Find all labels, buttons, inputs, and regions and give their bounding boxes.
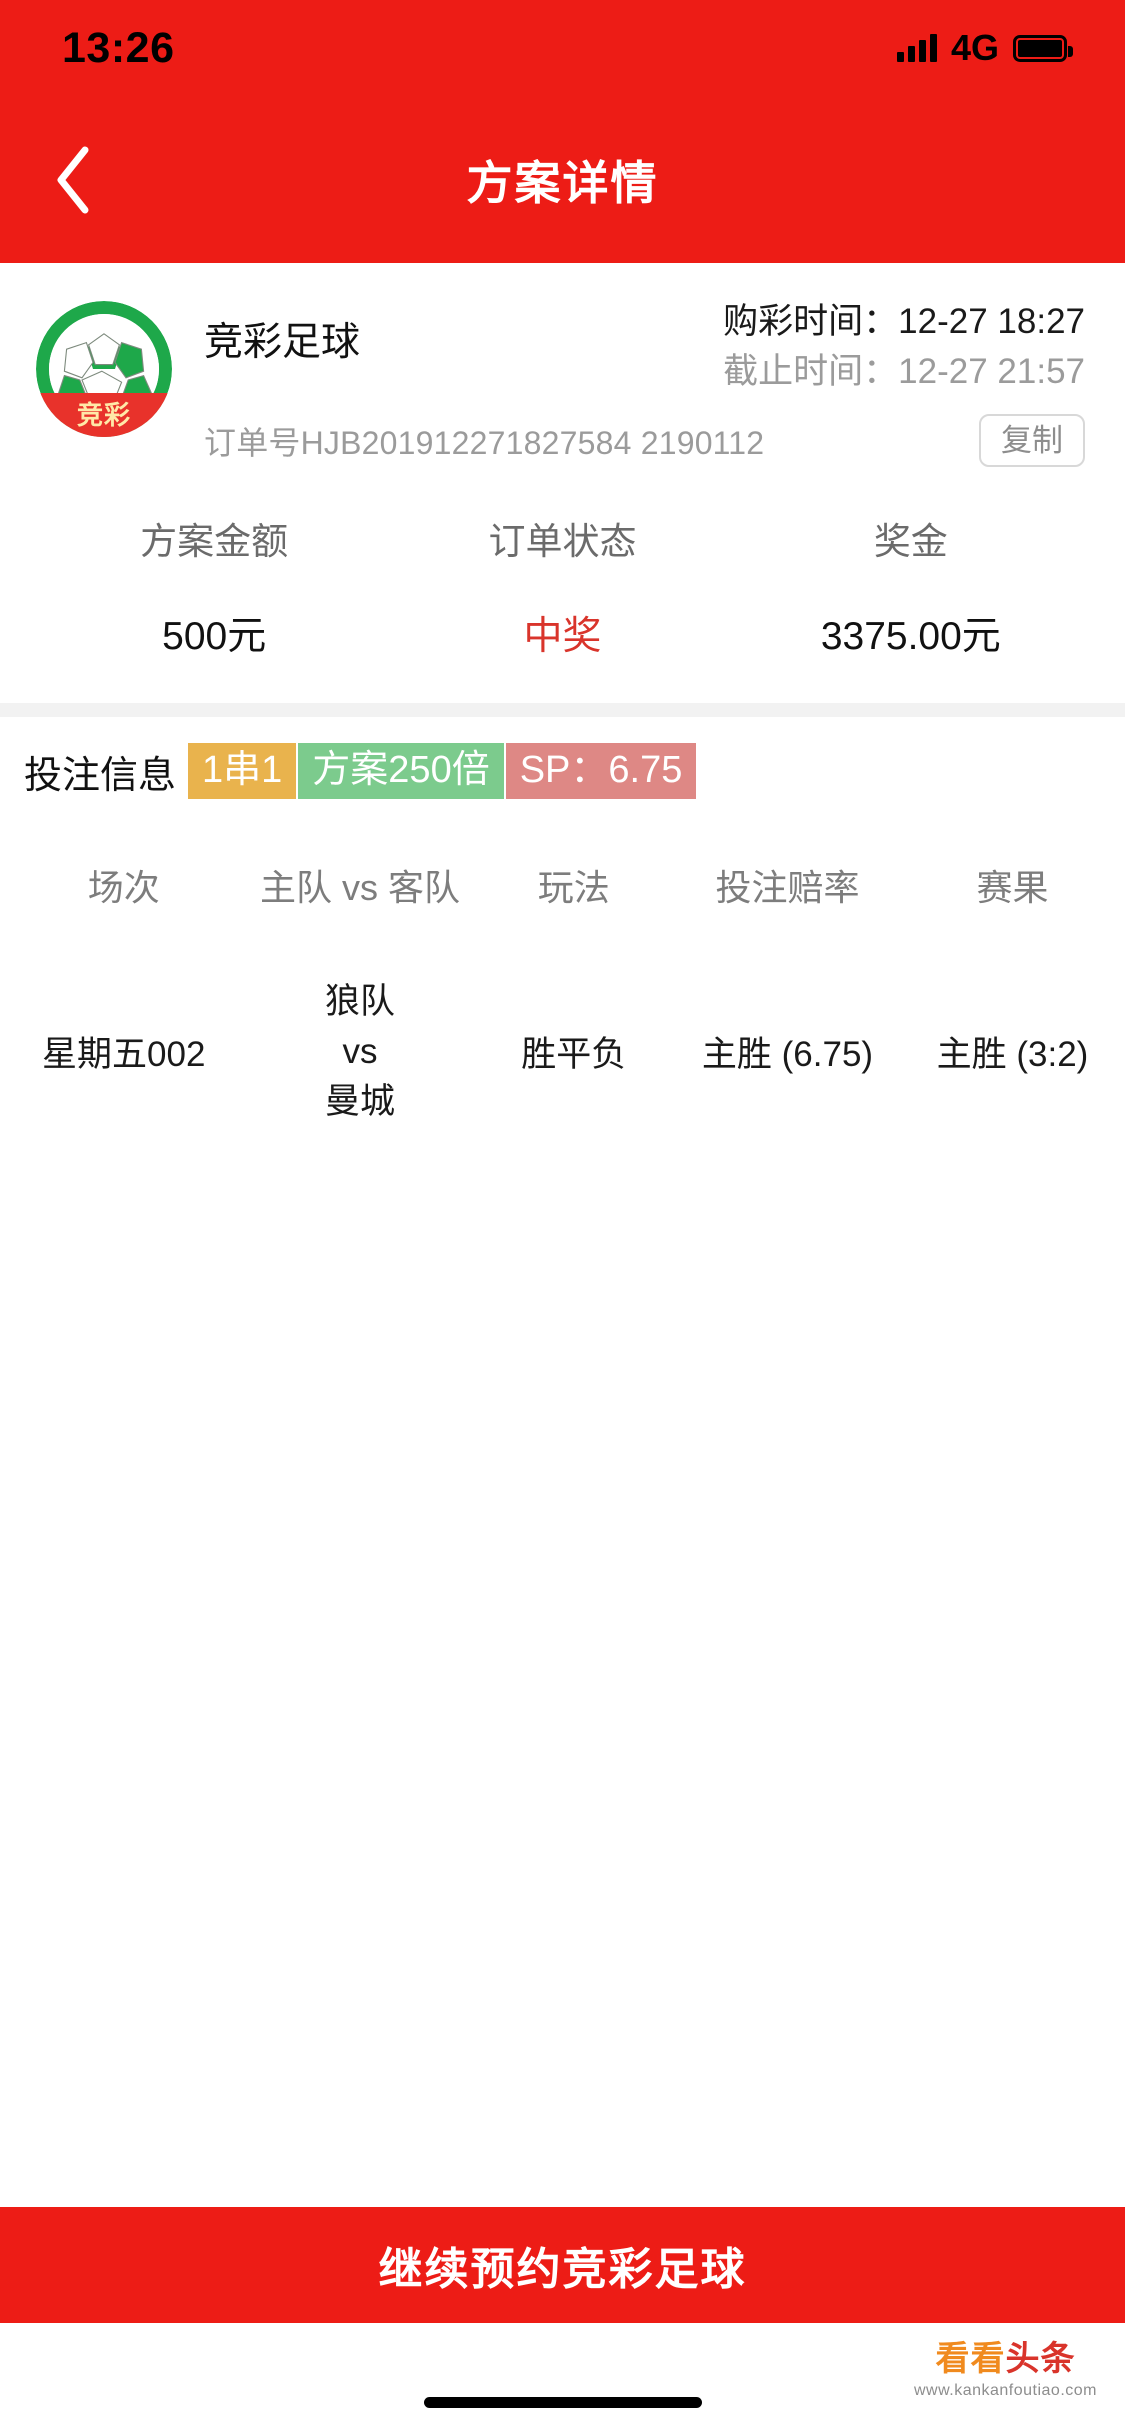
order-card-top: 竞彩 竞彩足球 购彩时间：12-27 18:27 截止时间：12-27 21:5…	[0, 297, 1125, 468]
battery-full-icon	[1013, 34, 1073, 62]
status-time: 13:26	[62, 23, 175, 72]
watermark-main-left: 看看	[935, 2339, 1006, 2378]
stat-prize: 奖金 3375.00元	[737, 511, 1085, 661]
product-name: 竞彩足球	[204, 321, 361, 364]
col-result: 赛果	[976, 867, 1049, 909]
table-row[interactable]: 星期五002 狼队 vs 曼城 胜平负 主胜 (6.75) 主胜 (3:2)	[0, 949, 1125, 1160]
home-team: 狼队	[324, 982, 395, 1022]
bet-info-row: 投注信息 1串1 方案250倍 SP：6.75	[0, 717, 1125, 823]
order-number: 订单号HJB201912271827584 2190112	[204, 424, 765, 461]
away-team: 曼城	[324, 1081, 395, 1121]
order-card-info: 竞彩足球 购彩时间：12-27 18:27 截止时间：12-27 21:57 订…	[172, 297, 1089, 468]
stat-value: 500元	[162, 615, 267, 659]
bet-info-title: 投注信息	[24, 754, 177, 797]
order-card: 竞彩 竞彩足球 购彩时间：12-27 18:27 截止时间：12-27 21:5…	[0, 263, 1125, 1161]
stat-value: 3375.00元	[820, 615, 1001, 659]
stat-label: 方案金额	[140, 521, 289, 563]
chevron-left-icon	[51, 144, 95, 216]
stat-amount: 方案金额 500元	[40, 511, 388, 661]
nav-bar: 方案详情	[0, 96, 1125, 263]
home-indicator-area: 看看头条 www.kankanfoutiao.com	[0, 2323, 1125, 2436]
status-bar: 13:26 4G	[0, 0, 1125, 96]
deadline-time: 截止时间：12-27 21:57	[723, 351, 1085, 391]
cell-odds: 主胜 (6.75)	[701, 1035, 874, 1075]
bets-table: 场次 主队 vs 客队 玩法 投注赔率 赛果 星期五002 狼队 vs 曼城 胜…	[0, 823, 1125, 1160]
signal-bars-icon	[896, 34, 937, 62]
vs-label: vs	[342, 1031, 378, 1071]
cell-play-type: 胜平负	[521, 1035, 627, 1075]
order-times: 购彩时间：12-27 18:27 截止时间：12-27 21:57	[723, 297, 1089, 396]
soccer-ball-icon: 竞彩	[36, 301, 172, 437]
table-header-row: 场次 主队 vs 客队 玩法 投注赔率 赛果	[0, 823, 1125, 949]
watermark-main-right: 头条	[1005, 2339, 1076, 2378]
bet-tag-combo: 1串1	[188, 743, 297, 800]
page-title: 方案详情	[466, 156, 659, 209]
bet-tag-multiplier: 方案250倍	[298, 743, 504, 800]
watermark-url: www.kankanfoutiao.com	[913, 2381, 1097, 2399]
cell-teams: 狼队 vs 曼城	[248, 949, 473, 1160]
stat-label: 订单状态	[488, 521, 637, 563]
col-teams: 主队 vs 客队	[259, 867, 460, 909]
copy-button[interactable]: 复制	[979, 414, 1085, 468]
section-divider	[0, 703, 1125, 718]
logo-badge: 竞彩	[36, 393, 172, 437]
cell-result: 主胜 (3:2)	[936, 1035, 1089, 1075]
cell-match-no: 星期五002	[42, 1035, 206, 1075]
col-play-type: 玩法	[537, 867, 610, 909]
stat-label: 奖金	[873, 521, 948, 563]
home-indicator[interactable]	[423, 2397, 702, 2408]
order-number-row: 订单号HJB201912271827584 2190112 复制	[204, 414, 1089, 468]
col-odds: 投注赔率	[715, 867, 860, 909]
col-match-no: 场次	[87, 867, 160, 909]
network-type-label: 4G	[950, 27, 999, 68]
cta-label: 继续预约竞彩足球	[378, 2245, 747, 2294]
watermark-main: 看看头条	[914, 2340, 1097, 2379]
bet-tag-sp: SP：6.75	[505, 743, 697, 800]
stat-order-status: 订单状态 中奖	[388, 511, 736, 661]
watermark: 看看头条 www.kankanfoutiao.com	[914, 2340, 1097, 2400]
purchase-time: 购彩时间：12-27 18:27	[723, 302, 1085, 341]
continue-booking-button[interactable]: 继续预约竞彩足球	[0, 2207, 1125, 2323]
order-stats: 方案金额 500元 订单状态 中奖 奖金 3375.00元	[0, 511, 1125, 661]
back-button[interactable]	[30, 137, 116, 223]
status-indicators: 4G	[896, 27, 1073, 69]
status-badge: 中奖	[523, 615, 602, 659]
